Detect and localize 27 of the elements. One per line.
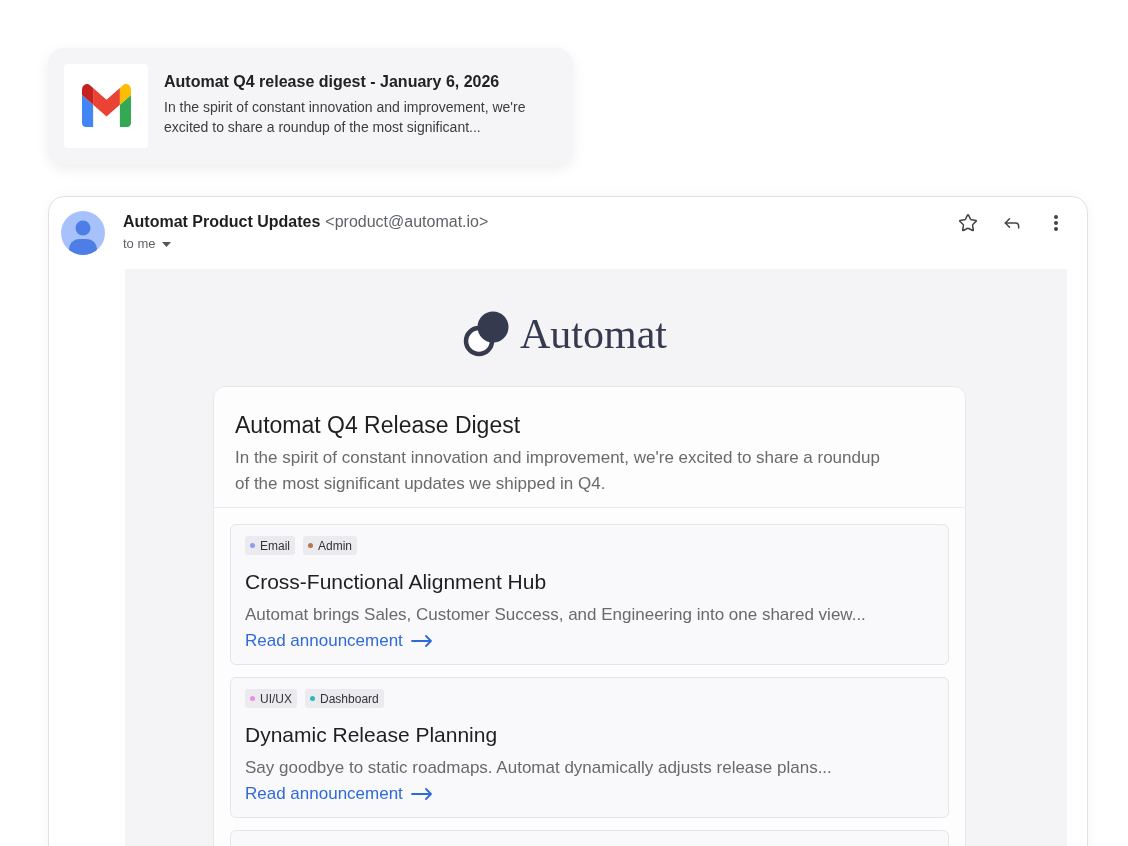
- avatar-silhouette-icon: [61, 211, 105, 255]
- m-logo-icon: [64, 64, 148, 148]
- tag-label: UI/UX: [260, 691, 292, 706]
- more-options-icon: [1054, 215, 1058, 231]
- tag-label: Email: [260, 538, 290, 553]
- sender-address: <product@automat.io>: [325, 212, 489, 232]
- update-summary: Automat brings Sales, Customer Success, and Engineering into one shared view...: [245, 604, 867, 626]
- read-announcement-link[interactable]: Read announcement: [245, 629, 433, 653]
- brand-wordmark: Automat: [520, 311, 667, 357]
- digest-intro: In the spirit of constant innovation and improvement, we're excited to share a roundup of the most significant updates we shipped in Q4.: [235, 447, 881, 495]
- tag-label: Dashboard: [320, 691, 379, 706]
- read-announcement-link[interactable]: Read announcement: [245, 782, 433, 806]
- overlapping-circles-logo-icon: [463, 311, 509, 357]
- star-icon: [958, 213, 978, 233]
- notification-card[interactable]: Automat Q4 release digest - January 6, 2026 In the spirit of constant innovation and improvement, we're excited to share a roundup of the most significant...: [48, 48, 573, 165]
- sender-name: Automat Product Updates: [123, 212, 321, 232]
- arrow-right-icon: [410, 635, 433, 647]
- digest-title: Automat Q4 Release Digest: [235, 411, 522, 439]
- update-title: Cross-Functional Alignment Hub: [245, 570, 548, 594]
- update-title: Dynamic Release Planning: [245, 723, 499, 747]
- tag-label: Admin: [318, 538, 353, 553]
- notification-preview: In the spirit of constant innovation and improvement, we're excited to share a roundup of the most significant...: [164, 98, 527, 137]
- caret-down-icon: [161, 241, 171, 247]
- recipient-dropdown[interactable]: to me: [123, 236, 171, 252]
- notification-title: Automat Q4 release digest - January 6, 2026: [164, 72, 501, 92]
- update-summary: Say goodbye to static roadmaps. Automat dynamically adjusts release plans...: [245, 757, 833, 779]
- arrow-right-icon: [410, 788, 433, 800]
